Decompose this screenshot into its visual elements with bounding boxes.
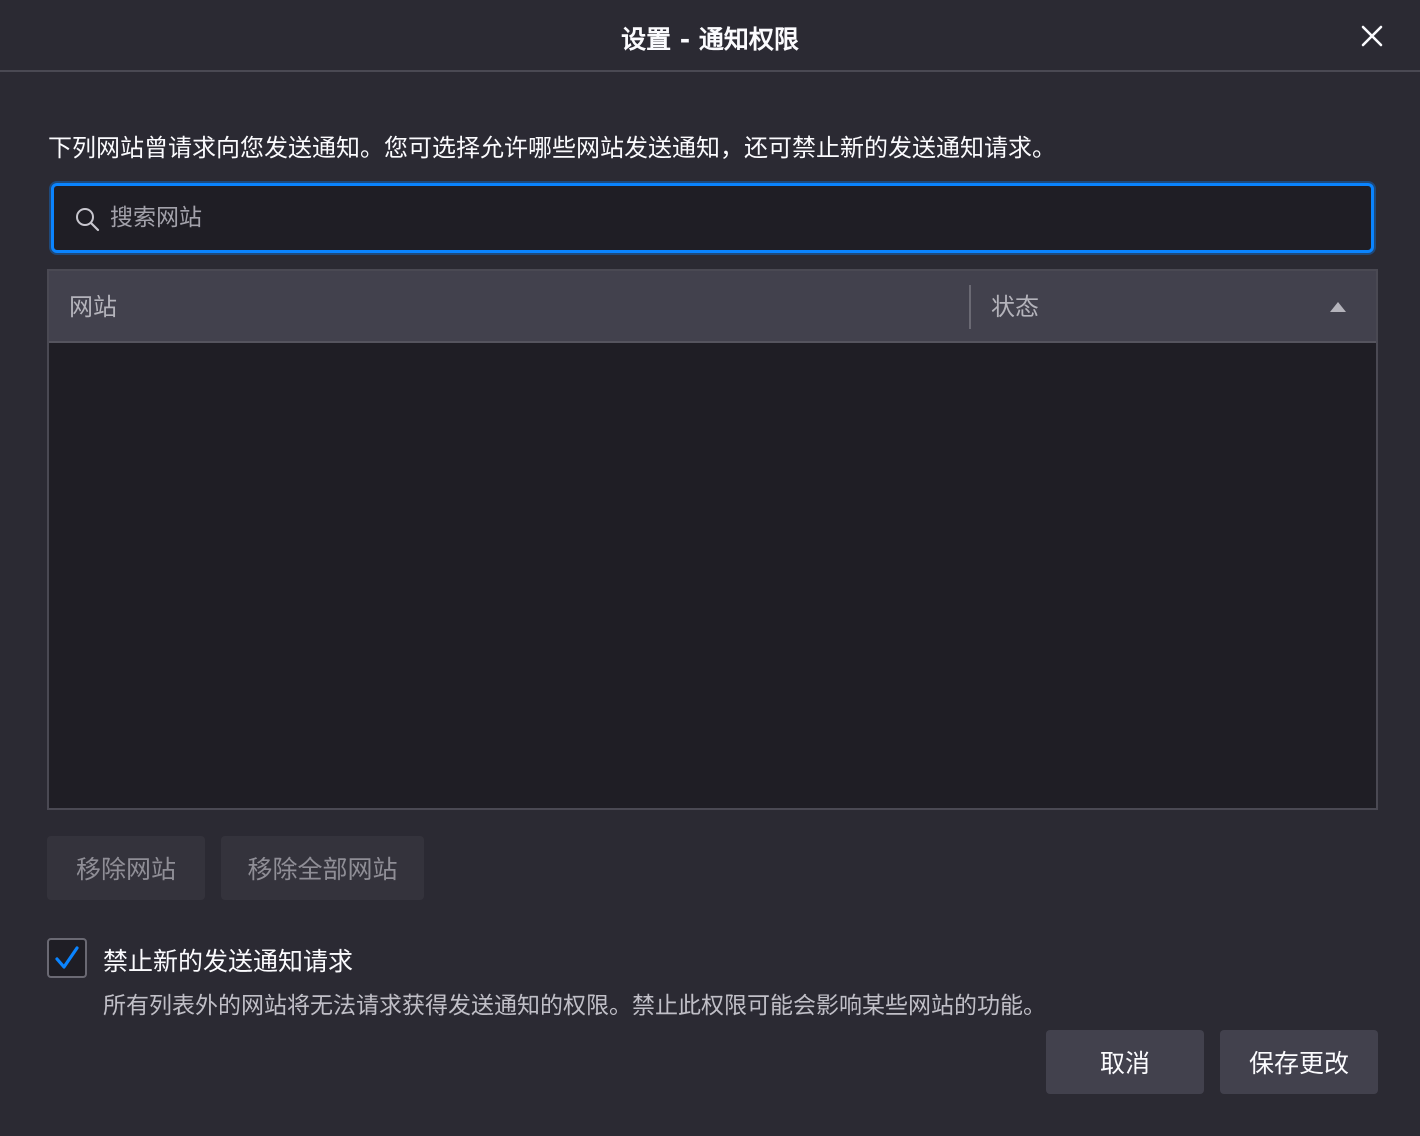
save-changes-button[interactable]: 保存更改 (1220, 1030, 1378, 1094)
close-button[interactable] (1350, 14, 1394, 58)
cancel-button[interactable]: 取消 (1046, 1030, 1204, 1094)
site-table: 网站 状态 (47, 269, 1378, 810)
dialog-description: 下列网站曾请求向您发送通知。您可选择允许哪些网站发送通知，还可禁止新的发送通知请… (48, 134, 1056, 162)
table-header: 网站 状态 (49, 271, 1376, 343)
block-requests-checkbox[interactable] (47, 938, 87, 978)
search-input[interactable] (110, 196, 1350, 240)
permissions-dialog: 设置 - 通知权限 下列网站曾请求向您发送通知。您可选择允许哪些网站发送通知，还… (0, 0, 1420, 1136)
block-requests-label[interactable]: 禁止新的发送通知请求 (103, 942, 353, 978)
column-header-status[interactable]: 状态 (970, 271, 1378, 343)
dialog-title: 设置 - 通知权限 (621, 25, 799, 54)
block-requests-description: 所有列表外的网站将无法请求获得发送通知的权限。禁止此权限可能会影响某些网站的功能… (103, 993, 1046, 1019)
sort-ascending-icon (1330, 302, 1346, 312)
close-icon (1361, 25, 1383, 47)
dialog-titlebar: 设置 - 通知权限 (0, 0, 1420, 72)
checkmark-icon (55, 946, 79, 969)
remove-site-button[interactable]: 移除网站 (47, 836, 205, 900)
search-icon (76, 208, 100, 232)
search-box[interactable] (51, 183, 1374, 253)
remove-all-sites-button[interactable]: 移除全部网站 (221, 836, 424, 900)
column-header-site[interactable]: 网站 (49, 271, 970, 343)
